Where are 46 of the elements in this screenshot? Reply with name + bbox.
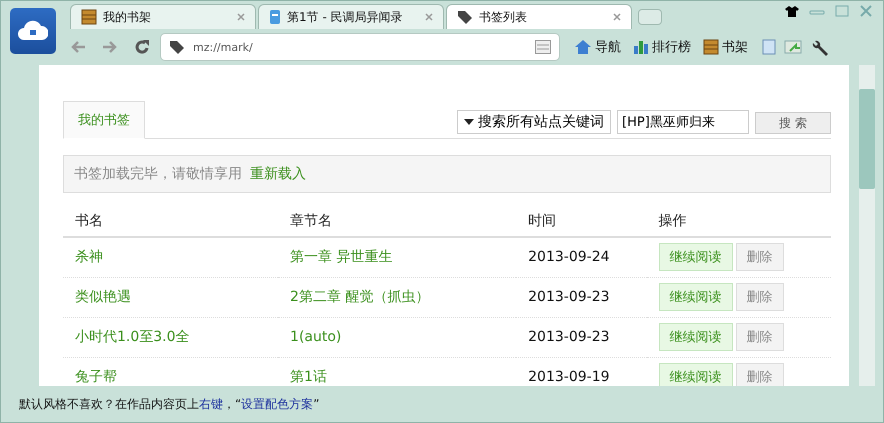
date-text: 2013-09-24 xyxy=(528,249,610,266)
continue-reading-button[interactable]: 继续阅读 xyxy=(658,323,733,351)
chapter-link[interactable]: 1(auto) xyxy=(290,329,342,345)
status-link[interactable]: 设置配色方案 xyxy=(241,396,314,412)
reload-link[interactable]: 重新载入 xyxy=(250,165,306,183)
status-text: 默认风格不喜欢？在作品内容页上 xyxy=(19,396,199,412)
toolbar-button[interactable]: 导航 xyxy=(570,38,625,56)
chapter-link[interactable]: 第1话 xyxy=(290,369,327,385)
tab-title: 书签列表 xyxy=(479,8,528,26)
column-header: 时间 xyxy=(516,205,647,237)
browser-tab[interactable]: 第1节 - 民调局异闻录 xyxy=(258,4,444,29)
delete-button[interactable]: 删除 xyxy=(736,243,784,272)
status-text: ” xyxy=(313,397,320,411)
notice-text: 书签加载完毕，请敬情享用 xyxy=(74,165,242,183)
status-text: ，“ xyxy=(223,396,242,412)
toolbar-button[interactable]: 书架 xyxy=(699,38,752,56)
tab-title: 我的书架 xyxy=(103,8,152,26)
url-text: mz://mark/ xyxy=(193,40,254,54)
continue-reading-button[interactable]: 继续阅读 xyxy=(658,363,733,386)
tab-title: 第1节 - 民调局异闻录 xyxy=(287,8,404,26)
delete-button[interactable]: 删除 xyxy=(736,323,784,351)
date-text: 2013-09-23 xyxy=(528,289,610,305)
book-title-link[interactable]: 兔子帮 xyxy=(75,369,117,385)
book-title-link[interactable]: 杀神 xyxy=(75,249,103,266)
continue-reading-button[interactable]: 继续阅读 xyxy=(658,283,733,311)
column-header: 操作 xyxy=(646,205,832,237)
date-text: 2013-09-23 xyxy=(528,329,610,345)
browser-tab[interactable]: 我的书架 xyxy=(70,4,256,29)
search-scope-dropdown[interactable]: 搜索所有站点关键词 xyxy=(457,110,612,134)
book-title-link[interactable]: 类似艳遇 xyxy=(75,289,131,305)
chapter-link[interactable]: 2第二章 醒觉（抓虫） xyxy=(290,289,430,305)
continue-reading-button[interactable]: 继续阅读 xyxy=(658,243,733,272)
toolbar-button[interactable]: 排行榜 xyxy=(629,38,695,56)
column-header: 书名 xyxy=(63,205,278,237)
address-bar[interactable]: mz://mark/ xyxy=(160,33,560,61)
date-text: 2013-09-19 xyxy=(528,369,610,385)
browser-tab[interactable]: 书签列表 xyxy=(446,4,632,29)
delete-button[interactable]: 删除 xyxy=(736,363,784,386)
bookmarks-tab[interactable]: 我的书签 xyxy=(63,101,145,139)
book-title-link[interactable]: 小时代1.0至3.0全 xyxy=(75,329,190,345)
search-button[interactable]: 搜 索 xyxy=(755,112,832,134)
column-header: 章节名 xyxy=(278,205,516,237)
search-field[interactable]: [HP]黑巫师归来 xyxy=(617,110,750,134)
delete-button[interactable]: 删除 xyxy=(736,283,784,311)
status-link[interactable]: 右键 xyxy=(199,396,223,412)
chapter-link[interactable]: 第一章 异世重生 xyxy=(290,249,392,266)
